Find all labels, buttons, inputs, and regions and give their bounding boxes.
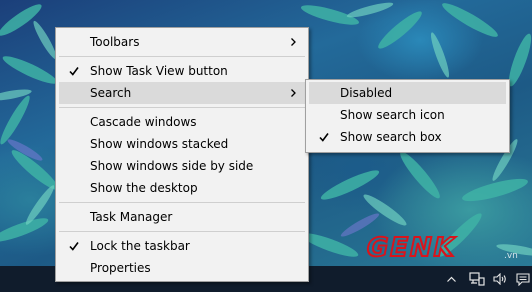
menu-item-lock-the-taskbar[interactable]: Lock the taskbar xyxy=(59,235,305,257)
menu-item-label: Show the desktop xyxy=(90,181,198,195)
menu-item-label: Toolbars xyxy=(90,35,140,49)
watermark-text: GENK xyxy=(363,233,458,262)
menu-separator xyxy=(59,56,305,57)
submenu-item-label: Show search icon xyxy=(340,108,445,122)
watermark-suffix: .vn xyxy=(504,251,518,261)
submenu-item-label: Show search box xyxy=(340,130,442,144)
menu-item-show-the-desktop[interactable]: Show the desktop xyxy=(59,177,305,199)
menu-item-task-manager[interactable]: Task Manager xyxy=(59,206,305,228)
genk-watermark: GENK .vn xyxy=(362,232,522,264)
volume-icon[interactable] xyxy=(491,266,509,292)
menu-item-label: Properties xyxy=(90,261,151,275)
menu-item-label: Search xyxy=(90,86,132,100)
menu-item-label: Task Manager xyxy=(90,210,173,224)
search-submenu: Disabled Show search icon Show search bo… xyxy=(305,79,510,153)
menu-item-label: Show windows stacked xyxy=(90,137,229,151)
menu-separator xyxy=(59,107,305,108)
menu-item-label: Show windows side by side xyxy=(90,159,254,173)
submenu-item-show-search-icon[interactable]: Show search icon xyxy=(309,104,506,126)
menu-separator xyxy=(59,231,305,232)
chevron-right-icon xyxy=(291,38,296,46)
chevron-up-icon[interactable] xyxy=(443,266,459,292)
menu-item-label: Cascade windows xyxy=(90,115,197,129)
menu-item-cascade-windows[interactable]: Cascade windows xyxy=(59,111,305,133)
chevron-right-icon xyxy=(291,89,296,97)
notifications-icon[interactable] xyxy=(514,266,532,292)
checkmark-icon xyxy=(69,242,79,251)
submenu-item-show-search-box[interactable]: Show search box xyxy=(309,126,506,148)
menu-item-label: Lock the taskbar xyxy=(90,239,190,253)
checkmark-icon xyxy=(319,133,329,142)
network-icon[interactable] xyxy=(468,266,486,292)
menu-item-properties[interactable]: Properties xyxy=(59,257,305,279)
menu-item-show-windows-side-by-side[interactable]: Show windows side by side xyxy=(59,155,305,177)
menu-item-search[interactable]: Search xyxy=(59,82,305,104)
submenu-item-label: Disabled xyxy=(340,86,393,100)
menu-item-show-task-view-button[interactable]: Show Task View button xyxy=(59,60,305,82)
menu-item-label: Show Task View button xyxy=(90,64,228,78)
taskbar-context-menu: Toolbars Show Task View button Search Ca… xyxy=(55,27,309,282)
checkmark-icon xyxy=(69,67,79,76)
menu-separator xyxy=(59,202,305,203)
menu-item-show-windows-stacked[interactable]: Show windows stacked xyxy=(59,133,305,155)
submenu-item-disabled[interactable]: Disabled xyxy=(309,82,506,104)
menu-item-toolbars[interactable]: Toolbars xyxy=(59,31,305,53)
